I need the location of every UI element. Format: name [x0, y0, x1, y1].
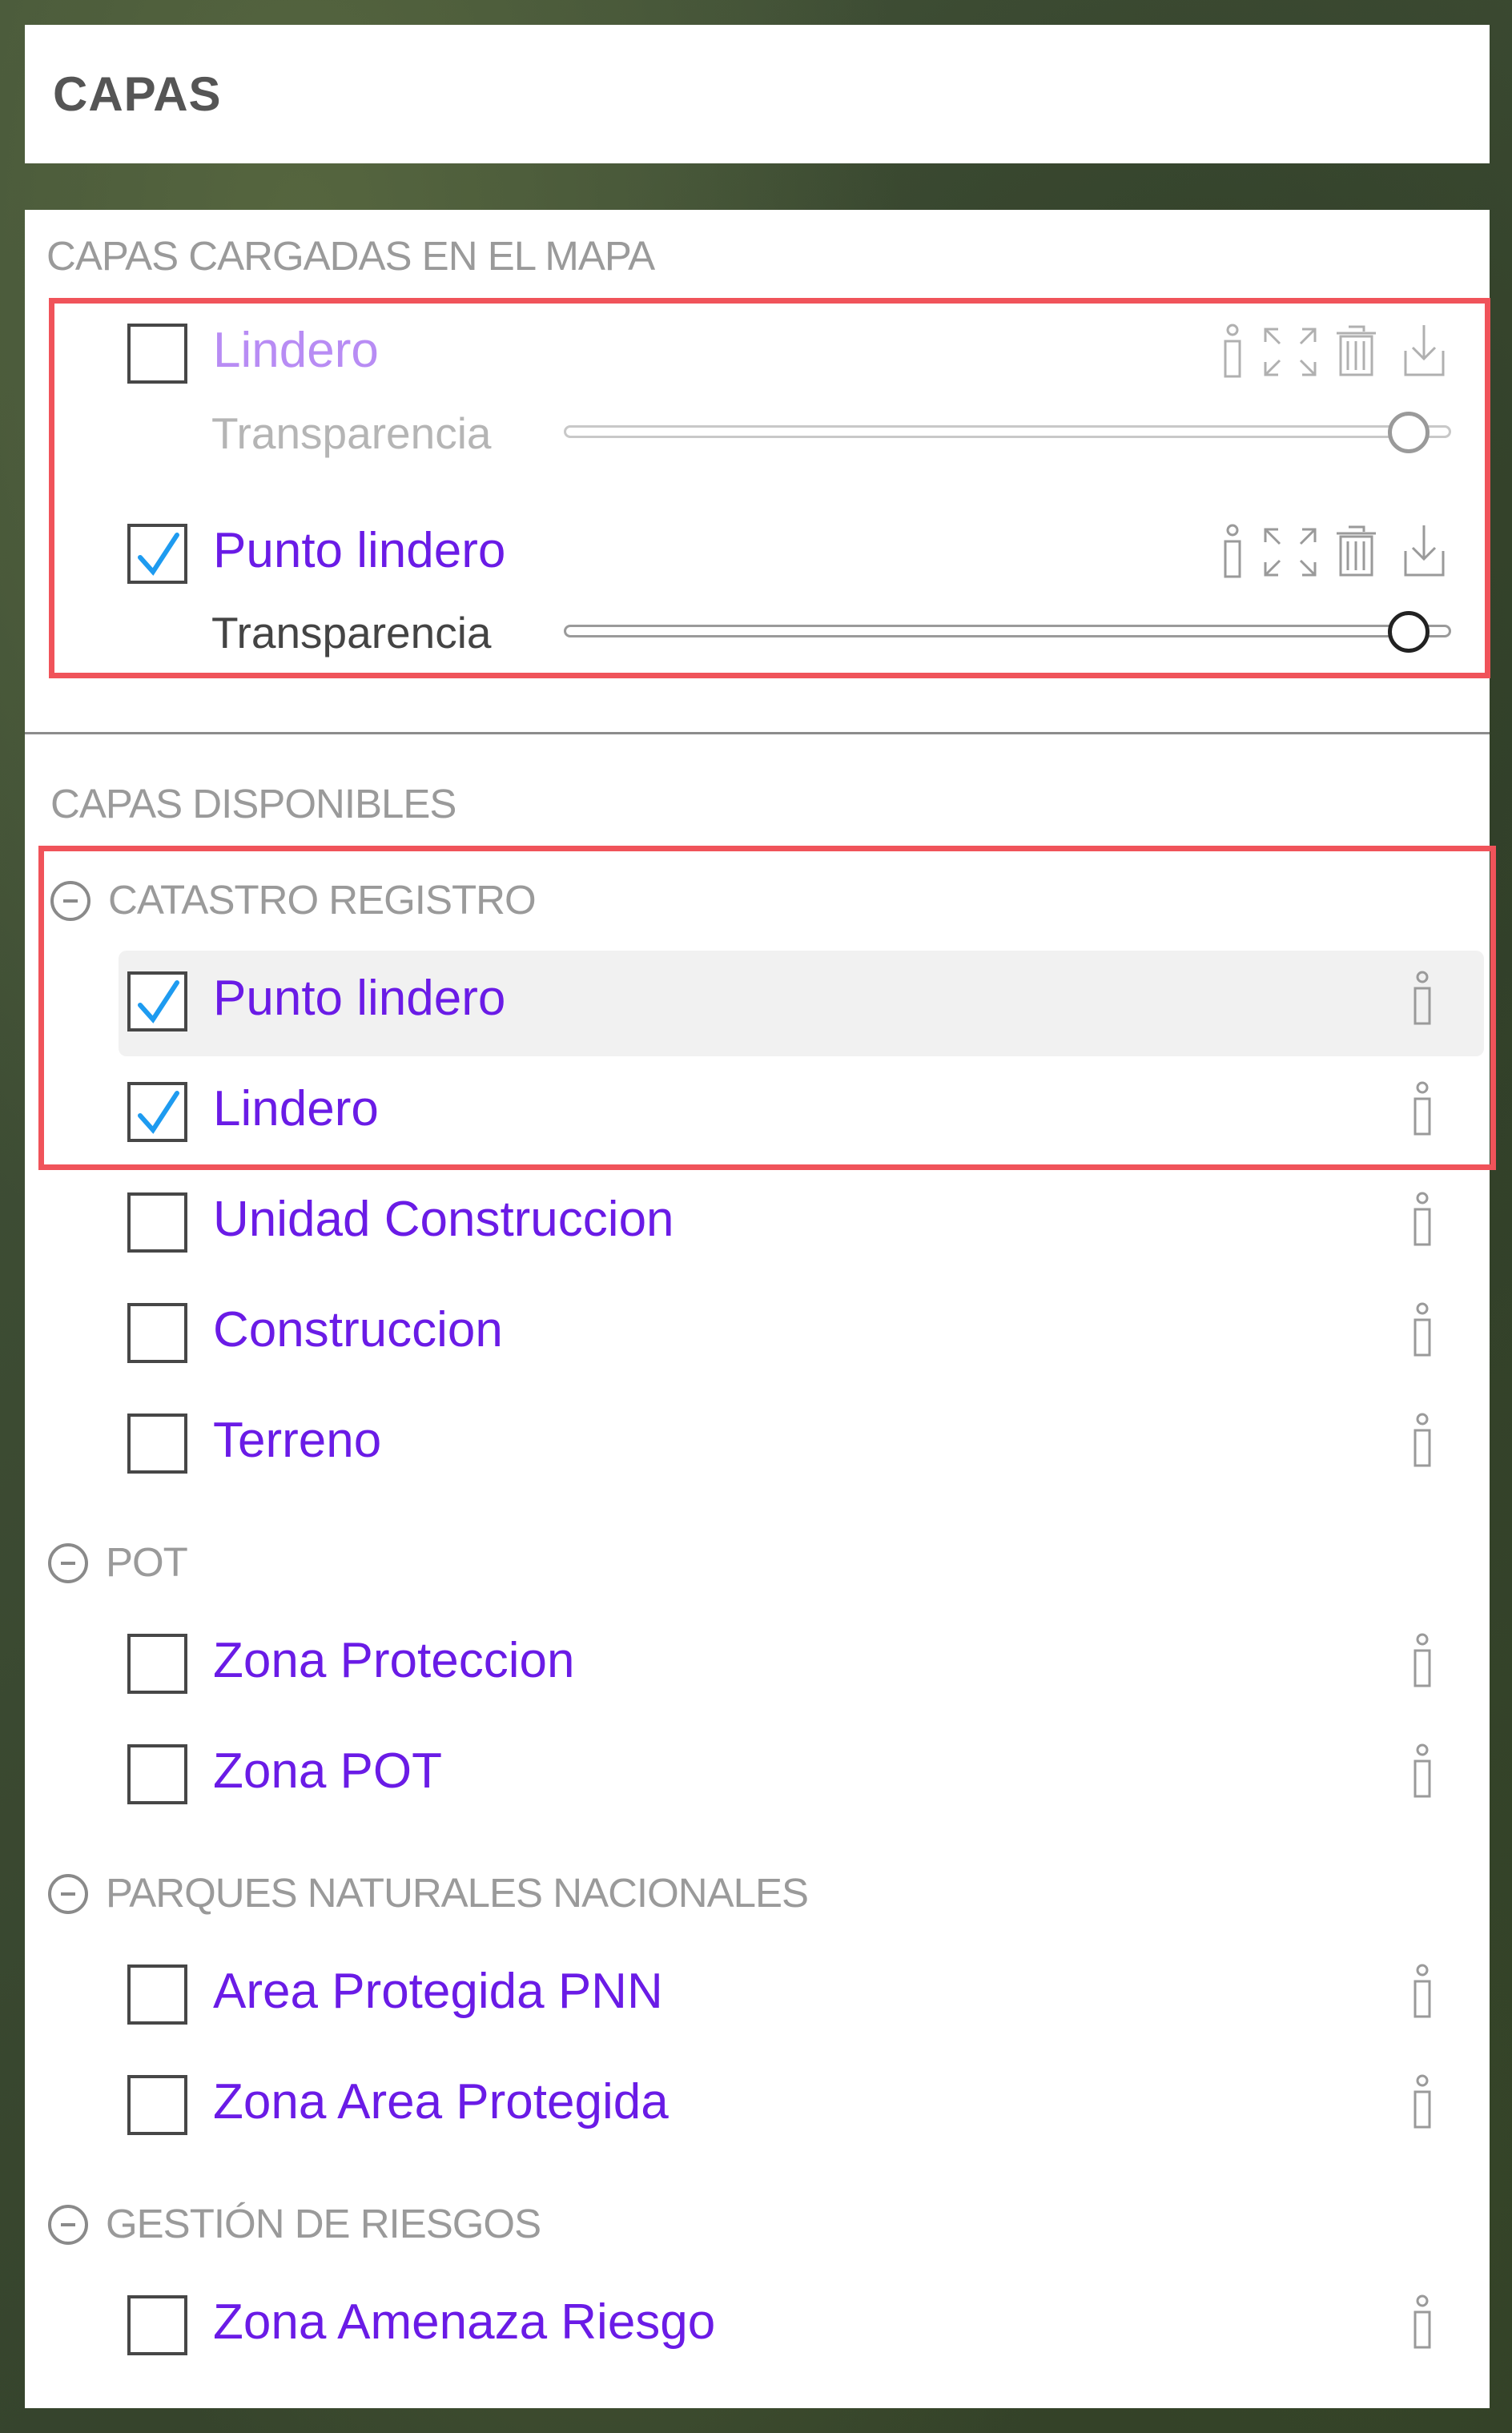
info-icon[interactable]	[1410, 971, 1434, 1027]
layer-label: Zona Area Protegida	[213, 2074, 669, 2129]
layer-checkbox[interactable]	[127, 1082, 187, 1142]
group-title: PARQUES NATURALES NACIONALES	[106, 1870, 809, 1916]
loaded-layer-checkbox[interactable]	[127, 524, 187, 584]
layer-checkbox[interactable]	[127, 2075, 187, 2135]
loaded-layer-checkbox[interactable]	[127, 324, 187, 384]
info-icon[interactable]	[1410, 1633, 1434, 1689]
layer-label: Zona Amenaza Riesgo	[213, 2294, 716, 2350]
trash-icon[interactable]	[1334, 522, 1378, 578]
info-icon[interactable]	[1410, 2294, 1434, 2351]
check-icon	[138, 980, 179, 1023]
info-icon[interactable]	[1410, 1743, 1434, 1800]
zoom-extent-icon[interactable]	[1262, 326, 1318, 378]
info-icon[interactable]	[1410, 1302, 1434, 1358]
layer-label: Zona Proteccion	[213, 1633, 575, 1688]
info-icon[interactable]	[1410, 1413, 1434, 1469]
group-title: GESTIÓN DE RIESGOS	[106, 2201, 541, 2246]
layer-checkbox[interactable]	[127, 1192, 187, 1253]
layer-label: Terreno	[213, 1413, 382, 1468]
layer-label: Lindero	[213, 1081, 379, 1136]
collapse-icon[interactable]	[48, 2205, 88, 2245]
transparency-label: Transparencia	[211, 408, 492, 458]
transparency-slider-track[interactable]	[564, 625, 1451, 637]
available-section-title: CAPAS DISPONIBLES	[50, 781, 456, 826]
layers-panel: CAPAS CARGADAS EN EL MAPA Lindero Transp…	[25, 210, 1496, 2408]
download-icon[interactable]	[1402, 522, 1446, 580]
transparency-slider-track[interactable]	[564, 425, 1451, 438]
trash-icon[interactable]	[1334, 322, 1378, 378]
transparency-slider-handle[interactable]	[1388, 412, 1430, 453]
layer-checkbox[interactable]	[127, 2295, 187, 2355]
layer-label: Unidad Construccion	[213, 1192, 674, 1247]
layer-checkbox[interactable]	[127, 1634, 187, 1694]
section-divider	[25, 732, 1490, 734]
layer-checkbox[interactable]	[127, 1303, 187, 1363]
collapse-icon[interactable]	[48, 1874, 88, 1914]
check-icon	[138, 533, 179, 576]
collapse-icon[interactable]	[50, 881, 90, 921]
loaded-layer-label: Lindero	[213, 323, 379, 378]
download-icon[interactable]	[1402, 322, 1446, 380]
info-icon[interactable]	[1410, 1081, 1434, 1137]
info-icon[interactable]	[1410, 1192, 1434, 1248]
transparency-label: Transparencia	[211, 608, 492, 658]
layer-label: Punto lindero	[213, 971, 506, 1026]
info-icon[interactable]	[1220, 524, 1245, 580]
loaded-layer-label: Punto lindero	[213, 523, 506, 578]
layer-label: Area Protegida PNN	[213, 1964, 663, 2019]
collapse-icon[interactable]	[48, 1543, 88, 1583]
group-title: POT	[106, 1539, 188, 1585]
loaded-section-title: CAPAS CARGADAS EN EL MAPA	[46, 233, 655, 279]
info-icon[interactable]	[1410, 2074, 1434, 2130]
panel-title: CAPAS	[53, 67, 222, 121]
layer-label: Zona POT	[213, 1743, 442, 1799]
check-icon	[138, 1091, 179, 1134]
layer-label: Construccion	[213, 1302, 503, 1357]
layer-checkbox[interactable]	[127, 1964, 187, 2025]
layer-checkbox[interactable]	[127, 1414, 187, 1474]
transparency-slider-handle[interactable]	[1388, 611, 1430, 653]
layer-checkbox[interactable]	[127, 1744, 187, 1804]
zoom-extent-icon[interactable]	[1262, 526, 1318, 578]
group-title: CATASTRO REGISTRO	[108, 877, 537, 923]
info-icon[interactable]	[1220, 324, 1245, 380]
layers-panel-header: CAPAS	[25, 25, 1490, 163]
layer-checkbox[interactable]	[127, 971, 187, 1032]
info-icon[interactable]	[1410, 1964, 1434, 2020]
